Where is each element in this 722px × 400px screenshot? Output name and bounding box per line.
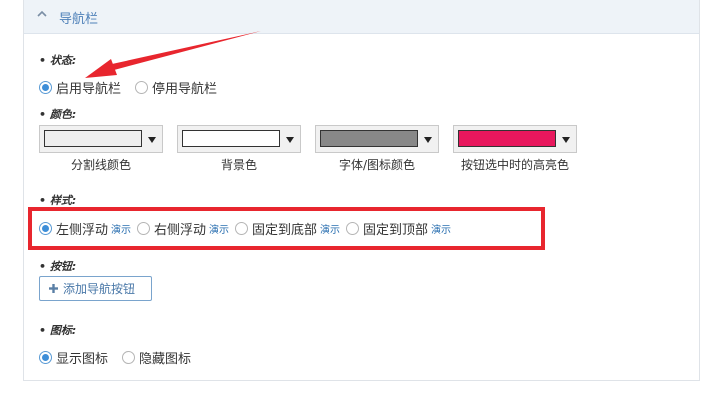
status-label: • 状态: — [39, 54, 77, 67]
add-nav-button-label: 添加导航按钮 — [63, 282, 136, 296]
icons-option-hide[interactable]: 隐藏图标 — [122, 348, 191, 367]
color-label: • 颜色: — [39, 108, 77, 121]
style-label: • 样式: — [39, 194, 77, 207]
font-icon-color-swatch — [320, 130, 418, 147]
radio-checked[interactable] — [39, 350, 52, 364]
panel-header[interactable]: 导航栏 — [24, 0, 699, 34]
plus-icon — [49, 284, 58, 293]
icons-label: • 图标: — [39, 324, 77, 337]
status-option-enable[interactable]: 启用导航栏 — [39, 78, 121, 97]
caret-down-icon — [424, 137, 432, 143]
caret-down-icon — [286, 137, 294, 143]
chevron-up-icon[interactable] — [37, 10, 47, 18]
divider-color-picker[interactable] — [39, 125, 163, 153]
highlight-color-picker[interactable] — [453, 125, 577, 153]
highlight-color-caption: 按钮选中时的高亮色 — [460, 158, 569, 172]
caret-down-icon — [562, 137, 570, 143]
radio-unchecked[interactable] — [135, 80, 149, 94]
icons-option-hide-label: 隐藏图标 — [139, 351, 192, 367]
navbar-settings-panel: 导航栏 — [23, 0, 700, 381]
icons-radio-group: 显示图标 隐藏图标 — [39, 347, 201, 367]
panel-title: 导航栏 — [59, 12, 99, 27]
buttons-label: • 按钮: — [39, 260, 77, 273]
icons-option-show-label: 显示图标 — [56, 351, 109, 367]
divider-color-swatch — [44, 130, 142, 147]
status-radio-group: 启用导航栏 停用导航栏 — [39, 77, 227, 97]
highlight-color-swatch — [458, 130, 556, 147]
caret-down-icon — [148, 137, 156, 143]
font-icon-color-caption: 字体/图标颜色 — [338, 158, 416, 172]
add-nav-button[interactable]: 添加导航按钮 — [39, 276, 152, 301]
radio-checked[interactable] — [39, 80, 52, 94]
icons-option-show[interactable]: 显示图标 — [39, 348, 108, 367]
status-option-disable-label: 停用导航栏 — [152, 81, 218, 97]
highlight-annotation-box — [28, 207, 545, 250]
divider-color-caption: 分割线颜色 — [70, 158, 131, 172]
radio-unchecked[interactable] — [122, 350, 136, 364]
status-option-disable[interactable]: 停用导航栏 — [135, 78, 217, 97]
background-color-caption: 背景色 — [220, 158, 257, 172]
background-color-swatch — [182, 130, 280, 147]
status-option-enable-label: 启用导航栏 — [56, 81, 122, 97]
font-icon-color-picker[interactable] — [315, 125, 439, 153]
background-color-picker[interactable] — [177, 125, 301, 153]
